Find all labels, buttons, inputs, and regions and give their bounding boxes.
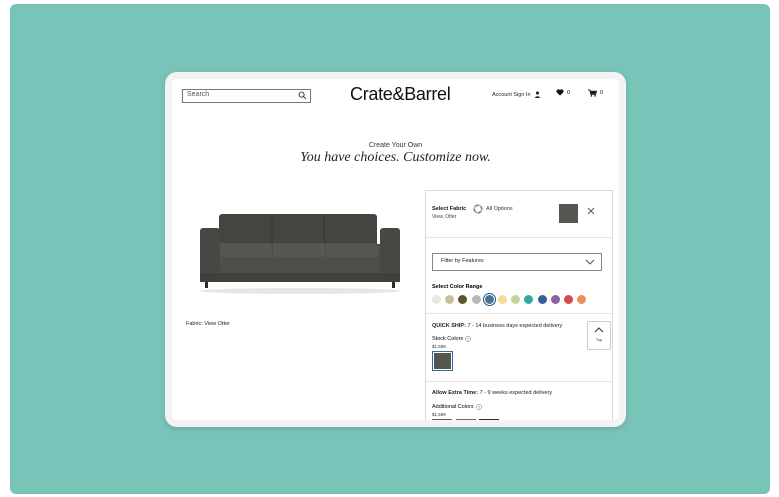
help-icon[interactable]: ? <box>465 336 471 342</box>
svg-text:?: ? <box>478 405 480 409</box>
chevron-up-icon <box>594 327 604 333</box>
color-range-dot[interactable] <box>511 295 521 304</box>
panel-divider <box>426 313 612 314</box>
chevron-down-icon <box>585 259 595 265</box>
fabric-caption: Fabric: View Otter <box>186 321 230 327</box>
stock-price: $1,599 <box>432 344 446 349</box>
selected-fabric-swatch <box>559 204 578 223</box>
color-range-dot[interactable] <box>524 295 534 304</box>
customize-panel: Select Fabric View, Otter All Options Fi… <box>425 190 613 420</box>
extra-time-info: Allow Extra Time: 7 - 9 weeks expected d… <box>432 390 552 396</box>
filter-label: Filter by Features <box>441 258 484 264</box>
filter-by-features-dropdown[interactable]: Filter by Features <box>432 253 602 271</box>
stock-swatch-fill <box>434 353 451 369</box>
hero-headline: You have choices. Customize now. <box>300 150 491 165</box>
color-range-dot[interactable] <box>498 295 507 304</box>
quick-ship-text: 7 - 14 business days expected delivery <box>467 323 563 329</box>
color-range-dot[interactable] <box>445 295 455 304</box>
all-options-link[interactable]: All Options <box>473 204 513 214</box>
additional-colors-label: Additional Colors <box>432 404 474 410</box>
quick-ship-label: QUICK SHIP: <box>432 323 466 329</box>
additional-color-swatch[interactable] <box>479 419 499 420</box>
selected-color-ring <box>482 293 496 306</box>
additional-price: $1,599 <box>432 412 446 417</box>
wishlist-count: 0 <box>567 89 571 96</box>
extra-time-label: Allow Extra Time: <box>432 390 479 396</box>
stock-colors-heading: Stock Colors ? <box>432 336 471 342</box>
extra-time-text: 7 - 9 weeks expected delivery <box>479 390 553 396</box>
search-placeholder: Search <box>187 91 210 98</box>
crate-barrel-logo[interactable]: Crate&Barrel <box>350 84 451 105</box>
close-icon[interactable] <box>586 206 596 216</box>
sofa-image <box>200 214 400 294</box>
account-sign-in[interactable]: Account Sign In <box>492 91 541 98</box>
select-fabric-title: Select Fabric <box>432 206 467 212</box>
stock-color-swatch[interactable] <box>432 351 453 371</box>
wishlist-button[interactable]: 0 <box>556 89 570 96</box>
all-options-label: All Options <box>486 206 513 212</box>
color-wheel-icon <box>473 204 483 214</box>
color-range-dot[interactable] <box>432 295 441 304</box>
selected-fabric-name: View, Otter <box>432 214 457 220</box>
back-to-top-button[interactable]: Top <box>587 321 611 350</box>
color-range-dot[interactable] <box>458 295 468 304</box>
user-icon <box>533 91 541 98</box>
heart-icon <box>556 89 564 96</box>
tablet-frame: Search Crate&Barrel Account Sign In 0 0 … <box>165 72 626 427</box>
stock-colors-label: Stock Colors <box>432 336 464 342</box>
search-input[interactable]: Search <box>182 89 311 103</box>
additional-colors-heading: Additional Colors ? <box>432 404 482 410</box>
color-range-title: Select Color Range <box>432 284 483 290</box>
color-range-dot[interactable] <box>471 295 481 304</box>
back-to-top-label: Top <box>595 337 603 342</box>
additional-color-swatch[interactable] <box>432 419 452 420</box>
cart-count: 0 <box>600 90 604 96</box>
account-label: Account Sign In <box>492 91 531 98</box>
additional-color-swatch[interactable] <box>455 419 476 420</box>
help-icon[interactable]: ? <box>475 404 482 410</box>
quick-ship-info: QUICK SHIP: 7 - 14 business days expecte… <box>432 323 562 329</box>
color-range-dot[interactable] <box>537 295 547 304</box>
web-page: Search Crate&Barrel Account Sign In 0 0 … <box>172 79 619 420</box>
panel-divider <box>426 237 612 238</box>
hero-kicker: Create Your Own <box>368 142 423 149</box>
svg-text:?: ? <box>467 337 469 341</box>
color-range-dot[interactable] <box>564 295 573 304</box>
color-range-dot[interactable] <box>577 295 587 304</box>
cart-icon <box>588 89 597 97</box>
panel-divider <box>426 381 612 382</box>
search-icon[interactable] <box>298 91 307 100</box>
cart-button[interactable]: 0 <box>588 89 603 97</box>
color-range-dot[interactable] <box>550 295 560 304</box>
